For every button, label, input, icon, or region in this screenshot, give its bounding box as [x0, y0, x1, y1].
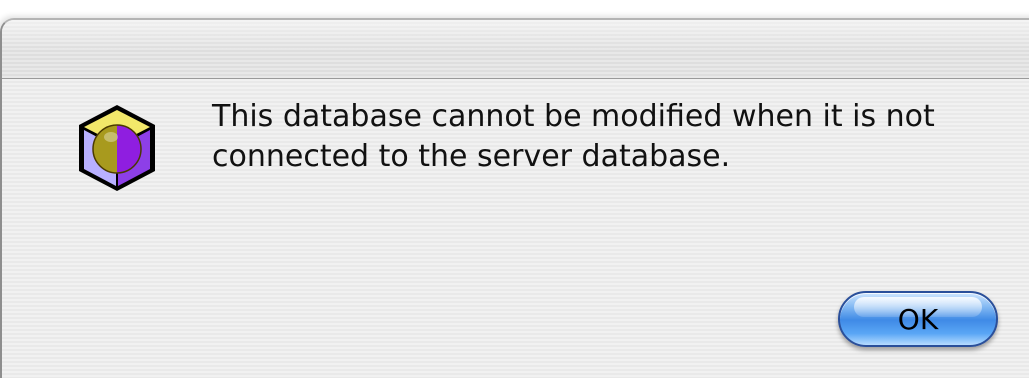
database-cube-icon [79, 105, 155, 191]
dialog-content: This database cannot be modified when it… [2, 79, 1029, 378]
alert-message-line-2: connected to the server database. [212, 139, 731, 174]
ok-button[interactable]: OK [838, 291, 998, 347]
alert-dialog: This database cannot be modified when it… [0, 18, 1029, 378]
alert-message-line-1: This database cannot be modified when it… [212, 99, 935, 134]
alert-message: This database cannot be modified when it… [212, 97, 1029, 177]
ok-button-label: OK [897, 302, 939, 336]
dialog-titlebar [2, 20, 1029, 79]
